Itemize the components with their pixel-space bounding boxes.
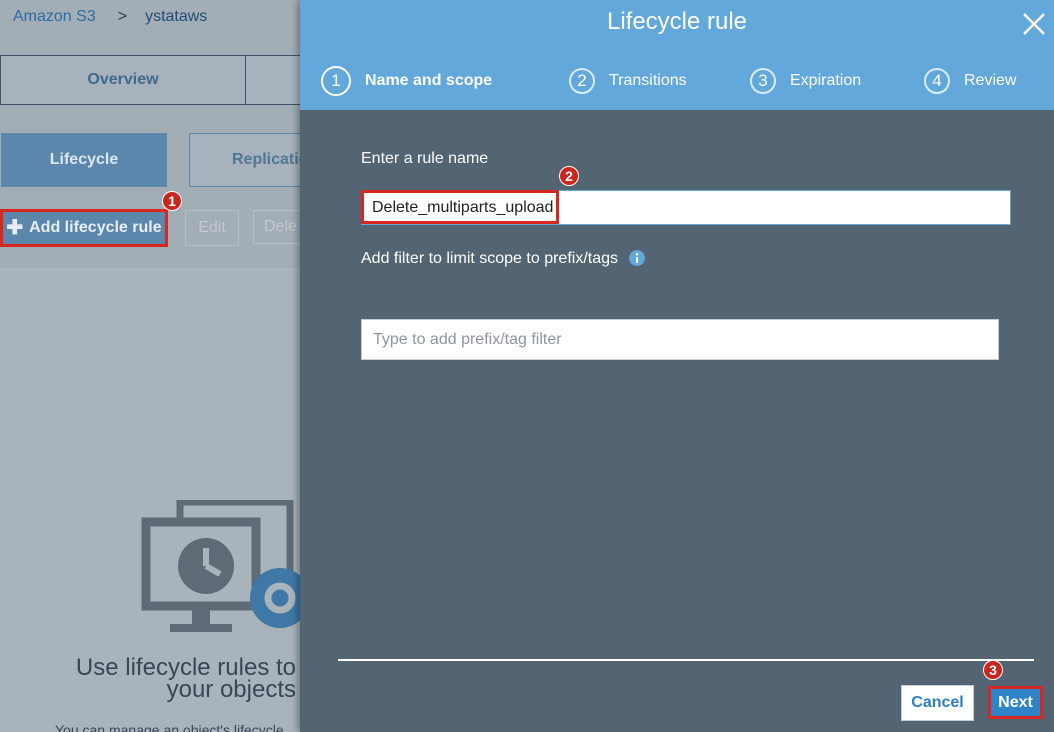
footer-divider [338, 659, 1034, 661]
step-number-3: 3 [750, 68, 776, 94]
add-lifecycle-rule-button[interactable]: ✚ Add lifecycle rule [0, 209, 168, 247]
step-expiration[interactable]: 3 Expiration [750, 68, 861, 94]
modal-title: Lifecycle rule [606, 8, 748, 35]
annotation-badge-3: 3 [983, 660, 1003, 680]
s3-background-page: Amazon S3 > ystataws Overview Lifecycle Re… [0, 0, 300, 732]
modal-header: Lifecycle rule 1 Name and scope 2 Transi… [300, 0, 1054, 110]
step-number-4: 4 [924, 68, 950, 94]
step-name-and-scope[interactable]: 1 Name and scope [321, 66, 492, 96]
breadcrumb: Amazon S3 > ystataws [13, 8, 207, 26]
subtab-lifecycle[interactable]: Lifecycle [1, 133, 167, 187]
plus-icon: ✚ [6, 217, 24, 239]
prefix-tag-filter-input[interactable] [361, 319, 999, 360]
step-label-3: Expiration [790, 72, 862, 89]
tab-properties[interactable] [245, 55, 300, 105]
annotation-badge-1: 1 [162, 191, 182, 211]
breadcrumb-amazon-s3[interactable]: Amazon S3 [13, 8, 96, 25]
wizard-steps: 1 Name and scope 2 Transitions 3 Expirat… [300, 66, 1054, 98]
edit-button[interactable]: Edit [185, 210, 239, 246]
step-label-2: Transitions [609, 72, 687, 89]
next-button[interactable]: Next [988, 686, 1043, 719]
tab-overview[interactable]: Overview [0, 55, 246, 105]
close-icon[interactable] [1020, 10, 1048, 38]
step-label-4: Review [964, 72, 1017, 89]
empty-state-title: Use lifecycle rules to your objects [0, 656, 296, 703]
cancel-button[interactable]: Cancel [901, 685, 974, 721]
filter-label: Add filter to limit scope to prefix/tags [361, 250, 618, 267]
rule-name-label: Enter a rule name [361, 150, 489, 167]
subtab-replication[interactable]: Replicatio [189, 133, 300, 187]
empty-state-text: You can manage an object's lifecycle [55, 722, 284, 732]
empty-state-title-line2: your objects [166, 676, 296, 703]
step-number-1: 1 [321, 66, 351, 96]
step-label-1: Name and scope [365, 72, 493, 89]
info-icon[interactable] [629, 250, 645, 266]
delete-button[interactable]: Dele [253, 210, 300, 244]
rule-name-input[interactable] [361, 190, 1011, 225]
bucket-tabs: Overview [0, 55, 300, 105]
breadcrumb-separator: > [117, 8, 128, 25]
lifecycle-rule-modal: Lifecycle rule 1 Name and scope 2 Transi… [300, 0, 1054, 732]
step-transitions[interactable]: 2 Transitions [569, 68, 687, 94]
lifecycle-monitor-icon [141, 500, 300, 632]
breadcrumb-bucket: ystataws [145, 8, 208, 25]
add-lifecycle-rule-label: Add lifecycle rule [29, 219, 162, 236]
step-review[interactable]: 4 Review [924, 68, 1016, 94]
annotation-badge-2: 2 [559, 166, 579, 186]
step-number-2: 2 [569, 68, 595, 94]
